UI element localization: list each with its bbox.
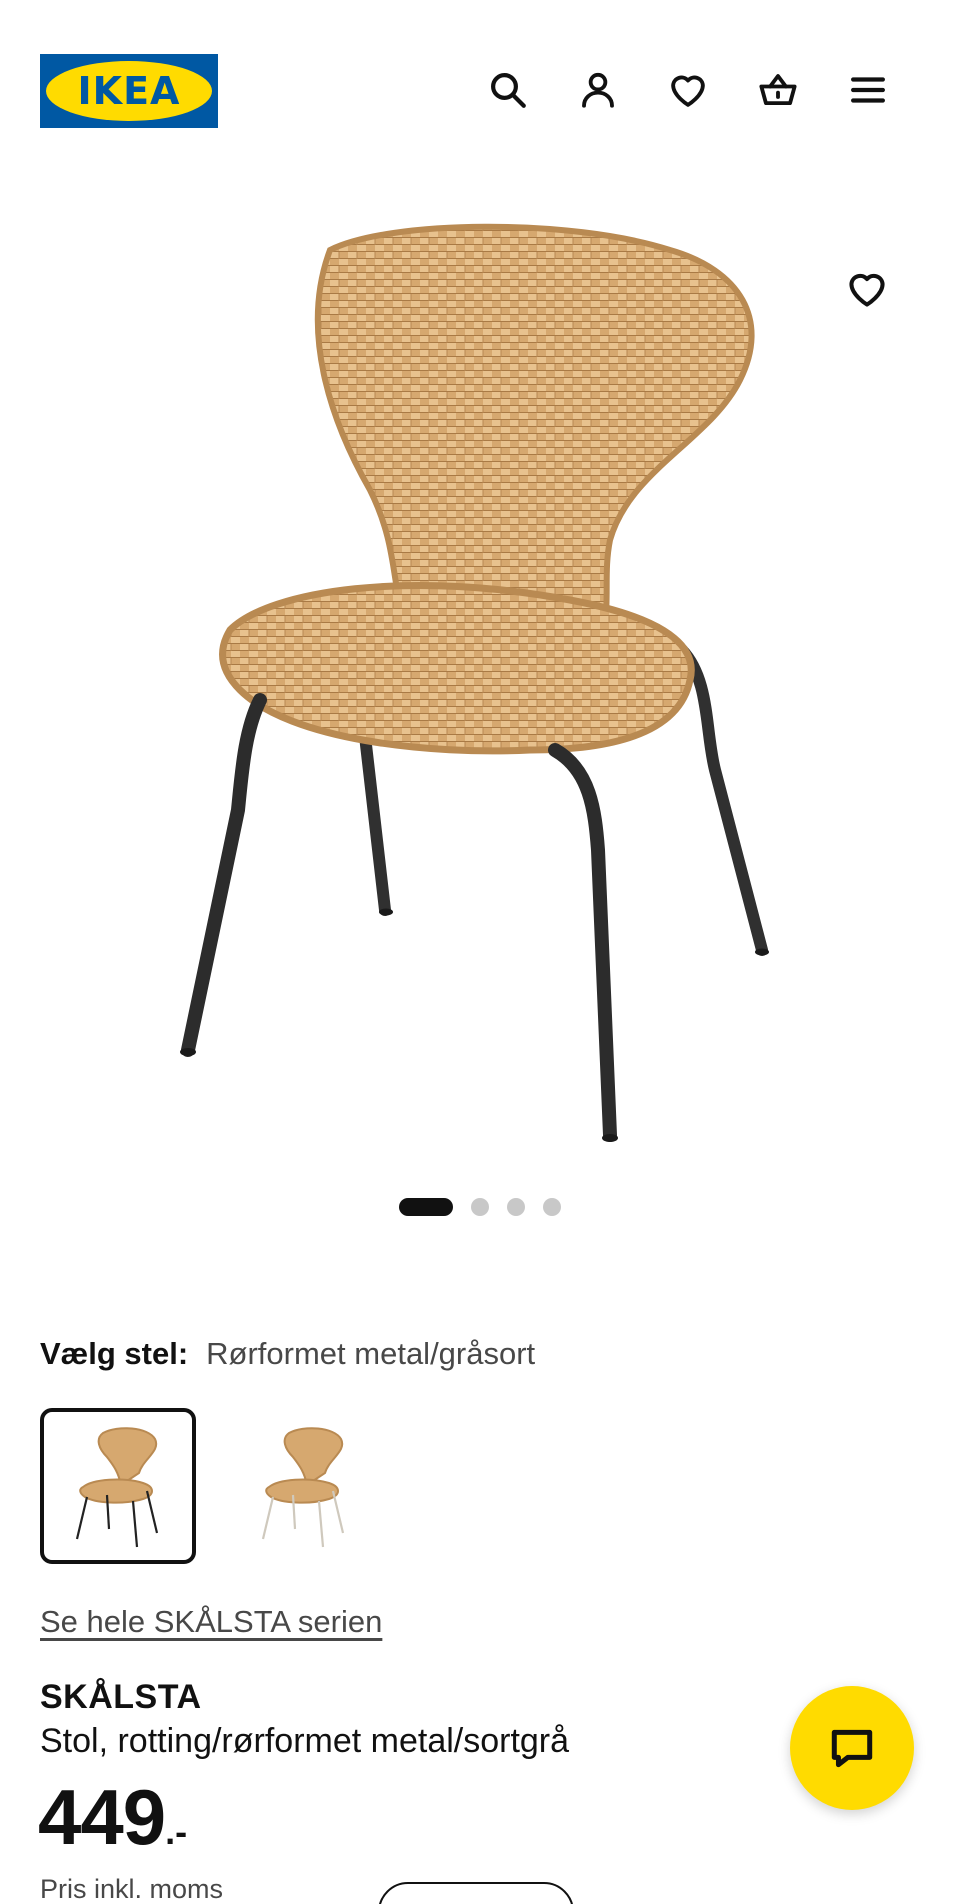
chat-button[interactable] (790, 1686, 914, 1810)
gallery-dot-4[interactable] (543, 1198, 561, 1216)
product-name: SKÅLSTA (40, 1678, 202, 1716)
variant-option-dark-frame[interactable] (40, 1408, 196, 1564)
menu-icon[interactable] (844, 66, 892, 114)
product-image-chair (180, 223, 769, 1142)
product-price: 449 .- (38, 1772, 187, 1863)
price-vat-note: Pris inkl. moms (40, 1874, 224, 1904)
variant-options (40, 1408, 382, 1564)
gallery-dot-3[interactable] (507, 1198, 525, 1216)
price-integer: 449 (38, 1773, 166, 1861)
ikea-logo[interactable]: IKEA (40, 54, 218, 128)
variant-label: Vælg stel: (40, 1336, 189, 1371)
gallery-dot-1[interactable] (399, 1198, 453, 1216)
gallery-pagination (0, 1197, 960, 1217)
site-header: IKEA (0, 0, 960, 160)
search-icon[interactable] (484, 66, 532, 114)
heart-icon (849, 273, 885, 307)
variant-thumb-image (75, 1427, 159, 1548)
variant-selector-heading: Vælg stel: Rørformet metal/gråsort (40, 1336, 535, 1376)
chat-icon (831, 1729, 873, 1768)
variant-option-light-frame[interactable] (226, 1408, 382, 1564)
logo-oval: IKEA (46, 61, 212, 121)
heart-icon[interactable] (664, 66, 712, 114)
product-description: Stol, rotting/rørformet metal/sortgrå (40, 1722, 570, 1760)
price-suffix: .- (165, 1811, 188, 1852)
product-gallery[interactable] (0, 190, 960, 1170)
account-icon[interactable] (574, 66, 622, 114)
cart-icon[interactable] (754, 66, 802, 114)
gallery-dot-2[interactable] (471, 1198, 489, 1216)
variant-value: Rørformet metal/gråsort (206, 1336, 536, 1371)
secondary-action-button[interactable] (378, 1882, 574, 1904)
variant-thumb-image (261, 1427, 345, 1548)
logo-text: IKEA (77, 69, 181, 113)
save-favorite-button[interactable] (840, 262, 894, 316)
see-series-link[interactable]: Se hele SKÅLSTA serien (40, 1604, 382, 1640)
